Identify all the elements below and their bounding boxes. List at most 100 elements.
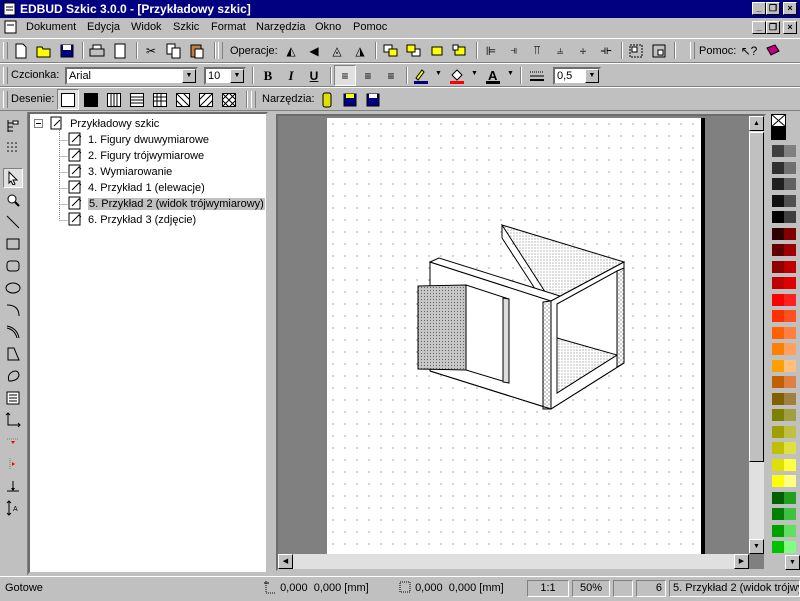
tree-root[interactable]: Przykładowy szkic — [50, 116, 159, 130]
color-swatch[interactable] — [772, 475, 784, 487]
grid-icon[interactable] — [3, 138, 23, 158]
align-text-center-icon[interactable]: ≡ — [357, 65, 379, 86]
color-swatch[interactable] — [772, 227, 784, 240]
tool-save-all-icon[interactable] — [362, 89, 384, 110]
align-middle-icon[interactable]: ⫨ — [549, 40, 571, 61]
horizontal-scrollbar[interactable]: ◀ ▶ — [278, 554, 749, 569]
pattern-vertical-icon[interactable] — [103, 89, 125, 110]
color-swatch[interactable] — [772, 194, 784, 207]
help-book-icon[interactable] — [762, 40, 784, 61]
level-mark-icon[interactable] — [3, 476, 23, 496]
chevron-down-icon[interactable]: ▼ — [182, 69, 196, 83]
color-swatch[interactable] — [784, 475, 796, 487]
color-swatch[interactable] — [784, 161, 796, 174]
color-swatch[interactable] — [772, 442, 784, 454]
tree-item-selected[interactable]: 5. Przykład 2 (widok trójwymiarowy) — [68, 196, 265, 210]
scroll-up-button[interactable]: ▲ — [749, 116, 764, 131]
color-swatch[interactable] — [772, 211, 784, 223]
print-icon[interactable] — [86, 40, 108, 61]
chevron-down-icon[interactable]: ▼ — [471, 70, 478, 77]
color-swatch[interactable] — [784, 376, 796, 388]
print-preview-icon[interactable] — [109, 40, 131, 61]
color-swatch[interactable] — [772, 178, 784, 190]
swatch-grid[interactable] — [768, 145, 800, 555]
color-swatch[interactable] — [772, 145, 784, 157]
bold-button[interactable]: B — [257, 65, 279, 86]
tree-item[interactable]: 4. Przykład 1 (elewacje) — [68, 180, 205, 194]
chevron-down-icon[interactable]: ▼ — [230, 69, 244, 83]
color-swatch[interactable] — [784, 343, 796, 355]
chevron-down-icon[interactable]: ▼ — [435, 70, 442, 77]
color-swatch[interactable] — [784, 541, 796, 553]
color-swatch[interactable] — [772, 508, 784, 520]
send-back-icon[interactable] — [403, 40, 425, 61]
pattern-cross-icon[interactable] — [218, 89, 240, 110]
save-icon[interactable] — [56, 40, 78, 61]
palette-scroll-down-button[interactable]: ▼ — [785, 555, 800, 570]
menu-edycja[interactable]: Edycja — [87, 21, 120, 33]
mirror-vertical-icon[interactable]: ◀ — [303, 40, 325, 61]
polygon-tool-icon[interactable] — [3, 344, 23, 364]
arc-tool-icon[interactable] — [3, 300, 23, 320]
paste-icon[interactable] — [186, 40, 208, 61]
color-swatch[interactable] — [784, 508, 796, 520]
color-swatch[interactable] — [784, 227, 796, 240]
align-right-icon[interactable]: ⫣ — [503, 40, 525, 61]
menu-okno[interactable]: Okno — [315, 21, 341, 33]
fill-color-icon[interactable] — [446, 65, 468, 86]
color-swatch[interactable] — [784, 178, 796, 190]
rotate-left-icon[interactable]: ◬ — [326, 40, 348, 61]
drawing-canvas[interactable]: ▲ ▼ ◀ ▶ — [276, 114, 766, 571]
line-color-icon[interactable] — [410, 65, 432, 86]
color-swatch[interactable] — [784, 326, 796, 339]
color-swatch[interactable] — [784, 392, 796, 405]
color-swatch[interactable] — [784, 145, 796, 157]
underline-button[interactable]: U — [303, 65, 325, 86]
align-text-left-icon[interactable]: ≡ — [334, 65, 356, 86]
color-swatch[interactable] — [772, 161, 784, 174]
color-swatch[interactable] — [784, 409, 796, 421]
color-swatch[interactable] — [772, 343, 784, 355]
align-text-right-icon[interactable]: ≡ — [380, 65, 402, 86]
color-swatch[interactable] — [772, 491, 784, 504]
align-left-icon[interactable]: ⊫ — [480, 40, 502, 61]
new-icon[interactable] — [10, 40, 32, 61]
color-swatch[interactable] — [772, 244, 784, 256]
backward-icon[interactable] — [449, 40, 471, 61]
cut-icon[interactable]: ✂ — [140, 40, 162, 61]
isometric-drawing[interactable] — [327, 118, 701, 554]
color-swatch[interactable] — [784, 211, 796, 223]
align-bottom-icon[interactable]: ⟛ — [595, 40, 617, 61]
color-swatch[interactable] — [784, 491, 796, 504]
label-dimension-icon[interactable]: A — [3, 498, 23, 518]
color-swatch[interactable] — [772, 359, 784, 372]
scroll-thumb[interactable] — [749, 132, 764, 462]
bring-front-icon[interactable] — [380, 40, 402, 61]
tree-view-icon[interactable] — [3, 116, 23, 136]
pattern-solid-icon[interactable] — [80, 89, 102, 110]
vertical-scrollbar[interactable]: ▲ ▼ — [749, 116, 764, 554]
color-swatch[interactable] — [772, 392, 784, 405]
copy-icon[interactable] — [163, 40, 185, 61]
group-icon[interactable] — [625, 40, 647, 61]
close-button[interactable]: × — [783, 2, 797, 15]
freeform-tool-icon[interactable] — [3, 366, 23, 386]
color-swatch[interactable] — [772, 326, 784, 339]
color-swatch[interactable] — [784, 293, 796, 306]
color-swatch[interactable] — [784, 310, 796, 322]
tool-save-icon[interactable] — [339, 89, 361, 110]
forward-icon[interactable] — [426, 40, 448, 61]
font-combo[interactable]: Arial ▼ — [65, 67, 198, 85]
line-width-combo[interactable]: 0,5 ▼ — [553, 67, 601, 85]
align-center-icon[interactable]: ⧾ — [572, 40, 594, 61]
tree-item[interactable]: 6. Przykład 3 (zdjęcie) — [68, 212, 196, 226]
rectangle-tool-icon[interactable] — [3, 234, 23, 254]
align-top-icon[interactable]: ⫪ — [526, 40, 548, 61]
help-pointer-icon[interactable]: ↖? — [738, 40, 760, 61]
line-tool-icon[interactable] — [3, 212, 23, 232]
text-tool-icon[interactable] — [3, 388, 23, 408]
color-swatch[interactable] — [772, 293, 784, 306]
select-arrow-icon[interactable] — [3, 168, 23, 188]
zoom-icon[interactable] — [3, 190, 23, 210]
tree-item[interactable]: 2. Figury trójwymiarowe — [68, 148, 204, 162]
